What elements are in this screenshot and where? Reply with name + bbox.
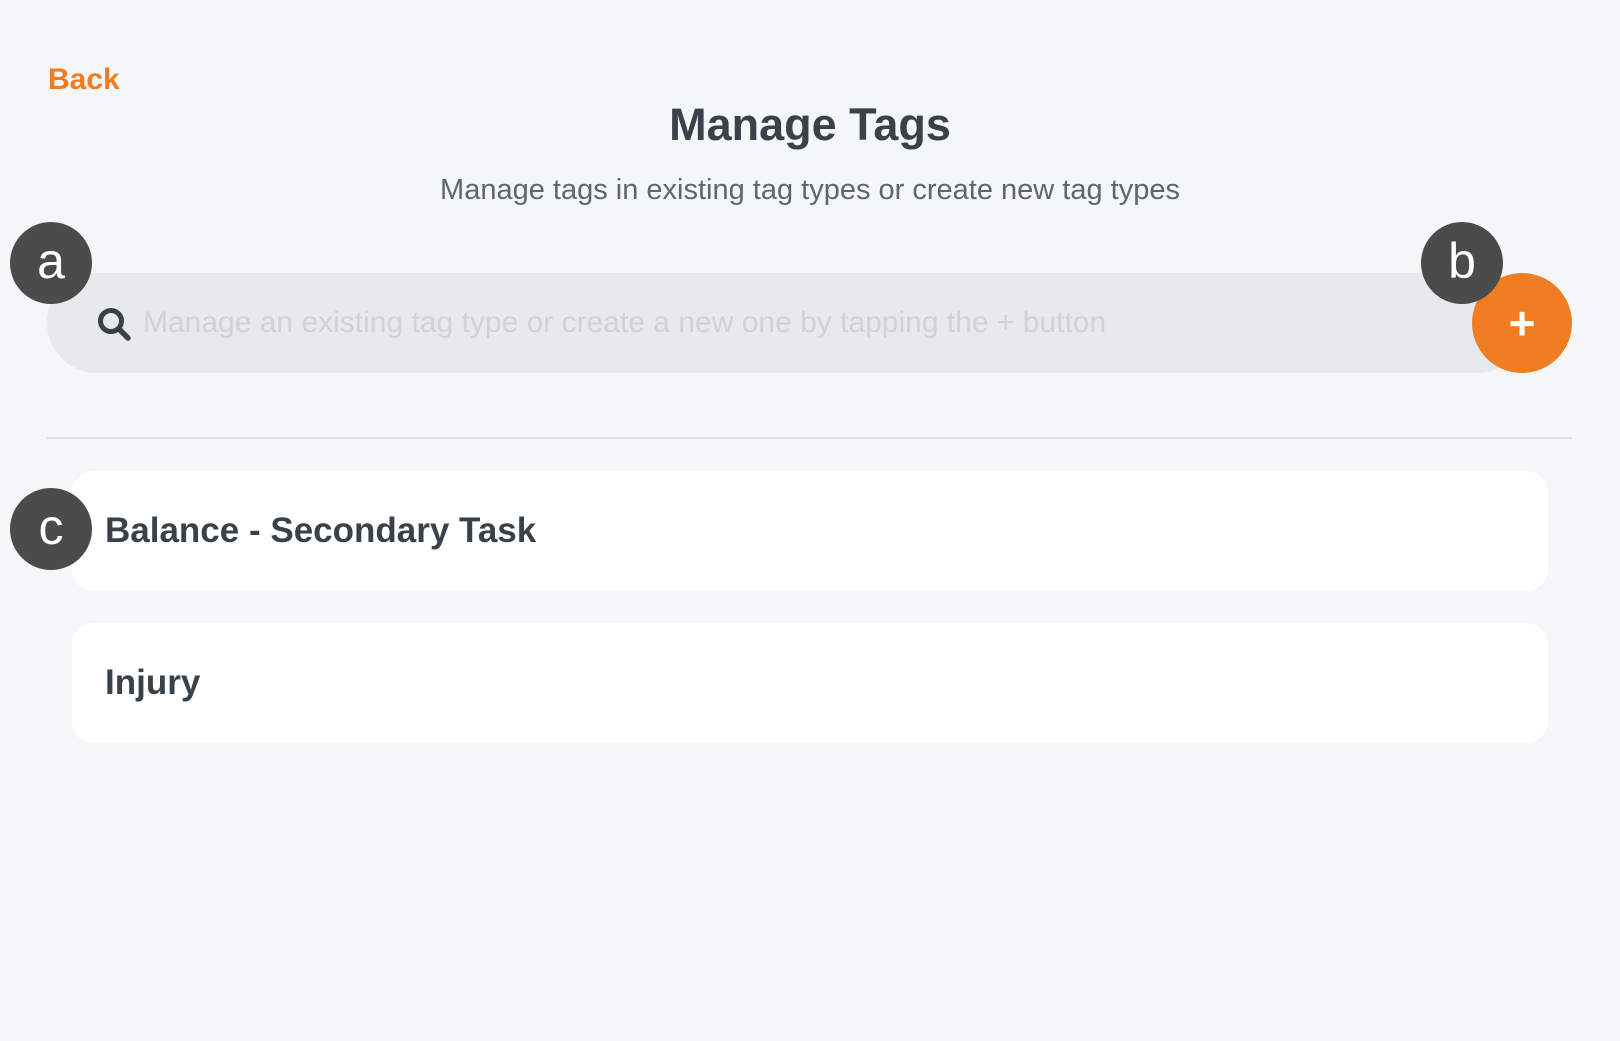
tag-type-label: Injury [105,663,201,702]
divider [47,437,1572,439]
annotation-marker-c: c [10,488,92,570]
tag-type-label: Balance - Secondary Task [105,511,537,550]
search-input[interactable] [143,295,1473,351]
annotation-marker-a: a [10,222,92,304]
tag-type-item[interactable]: Injury [72,623,1548,743]
tag-type-item[interactable]: Balance - Secondary Task [72,471,1548,591]
annotation-marker-b: b [1421,222,1503,304]
back-button[interactable]: Back [48,60,120,100]
search-bar[interactable] [47,273,1527,373]
page-title: Manage Tags [669,99,951,150]
search-icon [95,305,135,345]
page-subtitle: Manage tags in existing tag types or cre… [440,174,1180,206]
